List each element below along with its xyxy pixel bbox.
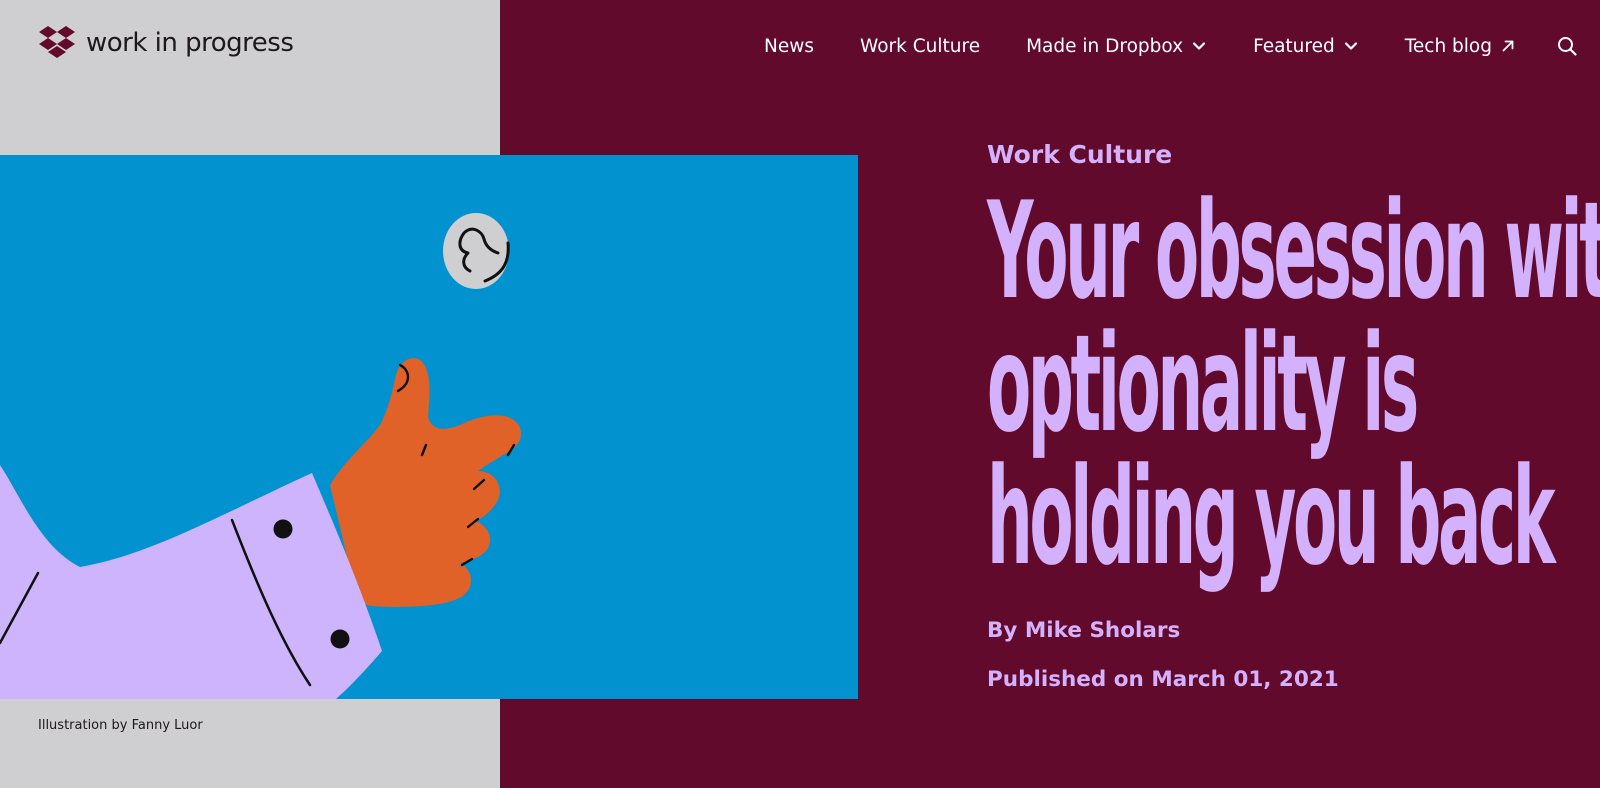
main-nav: News Work Culture Made in Dropbox Featur… <box>718 26 1600 66</box>
illustration-caption: Illustration by Fanny Luor <box>38 718 203 733</box>
title-line: holding you back <box>987 439 1556 595</box>
nav-item-label: Tech blog <box>1404 35 1492 57</box>
nav-item-label: Work Culture <box>860 35 981 57</box>
site-logo[interactable]: work in progress <box>38 24 294 62</box>
arrow-up-right-icon <box>1500 38 1516 54</box>
sleeve-illustration <box>0 465 382 699</box>
article-category-link[interactable]: Work Culture <box>987 140 1172 169</box>
article-header: Work Culture Your obsession with optiona… <box>987 140 1600 692</box>
article-title: Your obsession with optionality is holdi… <box>987 173 1600 595</box>
nav-item-label: Made in Dropbox <box>1026 35 1184 57</box>
title-line: Your obsession with <box>987 173 1600 329</box>
nav-item-made-in-dropbox[interactable]: Made in Dropbox <box>1026 36 1207 57</box>
dropbox-box-icon <box>38 24 76 62</box>
chevron-down-icon <box>1343 38 1359 54</box>
nav-item-featured[interactable]: Featured <box>1253 36 1359 57</box>
hero-illustration <box>0 155 858 699</box>
nav-item-tech-blog[interactable]: Tech blog <box>1405 36 1516 57</box>
search-icon[interactable] <box>1556 35 1578 57</box>
coin-icon <box>443 213 510 289</box>
article-published-date: Published on March 01, 2021 <box>987 667 1339 692</box>
article-author: By Mike Sholars <box>987 618 1181 643</box>
nav-item-label: News <box>764 35 814 57</box>
brand-name: work in progress <box>86 28 294 58</box>
title-line: optionality is <box>987 306 1419 462</box>
nav-item-news[interactable]: News <box>764 36 814 57</box>
hand-illustration <box>330 358 522 607</box>
nav-item-work-culture[interactable]: Work Culture <box>860 36 980 57</box>
chevron-down-icon <box>1191 38 1207 54</box>
nav-item-label: Featured <box>1253 35 1335 57</box>
